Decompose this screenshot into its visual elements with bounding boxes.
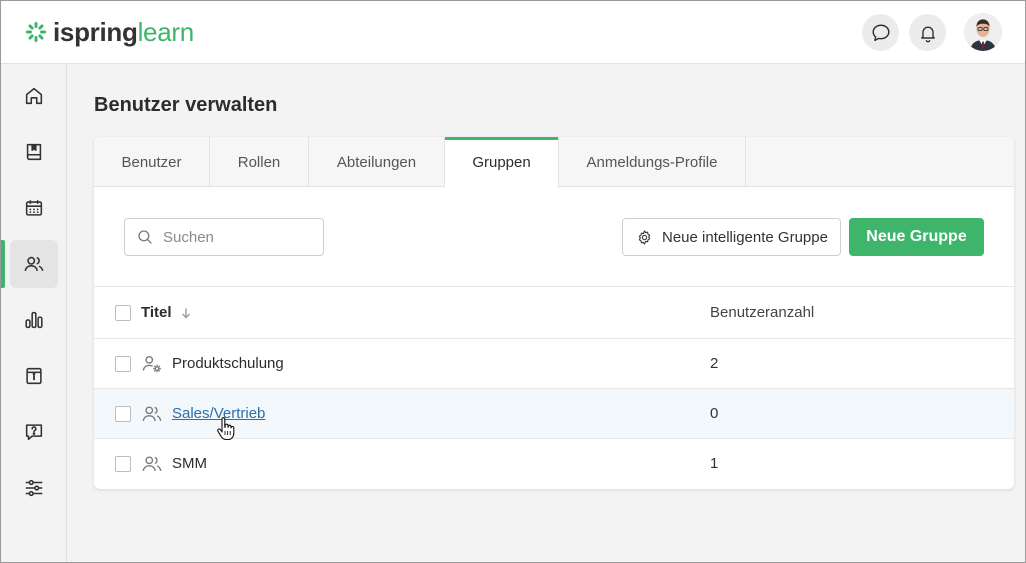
sidebar-item-info[interactable] (10, 352, 58, 400)
search-box[interactable] (124, 218, 324, 256)
user-avatar[interactable] (964, 13, 1002, 51)
tab-groups[interactable]: Gruppen (445, 137, 559, 188)
column-title-header[interactable]: Titel (141, 304, 192, 321)
new-smart-group-label: Neue intelligente Gruppe (662, 228, 828, 246)
sidebar-item-users[interactable] (10, 240, 58, 288)
search-icon (138, 230, 152, 244)
sidebar (1, 64, 67, 562)
chat-icon (871, 23, 890, 41)
page-title: Benutzer verwalten (94, 94, 278, 116)
table-header-row: Titel Benutzeranzahl (94, 286, 1014, 338)
column-count-header: Benutzeranzahl (710, 304, 815, 321)
tab-departments[interactable]: Abteilungen (309, 137, 445, 187)
group-title[interactable]: SMM (172, 455, 207, 472)
sidebar-item-help[interactable] (10, 408, 58, 456)
table-row[interactable]: SMM 1 (94, 438, 1014, 488)
table-row[interactable]: Produktschulung 2 (94, 338, 1014, 388)
settings-sliders-icon (25, 479, 43, 497)
group-icon (141, 403, 163, 425)
column-title-label: Titel (141, 304, 172, 321)
logo-text-ispring: ispring (53, 17, 138, 47)
ispring-logo-icon (26, 22, 46, 42)
sidebar-item-settings[interactable] (10, 464, 58, 512)
sort-arrow-down-icon (181, 308, 190, 318)
calendar-icon (25, 200, 43, 216)
groups-table: Titel Benutzeranzahl Produktschulung 2 S… (94, 286, 1014, 488)
select-all-checkbox[interactable] (115, 304, 131, 321)
sidebar-item-reports[interactable] (10, 296, 58, 344)
logo-text-learn: learn (137, 17, 195, 47)
row-checkbox[interactable] (115, 355, 131, 372)
tab-roles[interactable]: Rollen (210, 137, 309, 187)
group-user-count: 2 (710, 355, 719, 372)
users-icon (24, 256, 44, 272)
sidebar-item-home[interactable] (10, 72, 58, 120)
reports-icon (25, 311, 43, 329)
logo[interactable]: ispringlearn (25, 17, 194, 47)
info-icon (26, 367, 42, 385)
avatar-portrait-icon (964, 13, 1002, 51)
help-icon (25, 424, 43, 441)
group-icon (141, 453, 163, 475)
row-checkbox[interactable] (115, 405, 131, 422)
sidebar-item-catalog[interactable] (10, 128, 58, 176)
tab-login-profiles[interactable]: Anmeldungs-Profile (559, 137, 746, 187)
top-header: ispringlearn (1, 1, 1025, 64)
group-user-count: 1 (710, 455, 719, 472)
smart-group-icon (141, 353, 163, 375)
row-checkbox[interactable] (115, 455, 131, 472)
book-icon (26, 143, 42, 161)
new-group-button[interactable]: Neue Gruppe (849, 218, 984, 256)
group-user-count: 0 (710, 405, 719, 422)
bell-icon (920, 26, 935, 42)
home-icon (25, 87, 43, 105)
tab-bar: Benutzer Rollen Abteilungen Gruppen Anme… (94, 137, 1014, 188)
gear-icon (638, 229, 651, 245)
new-smart-group-button[interactable]: Neue intelligente Gruppe (622, 218, 841, 256)
search-input[interactable] (163, 228, 313, 246)
sidebar-active-indicator (1, 240, 5, 288)
sidebar-item-calendar[interactable] (10, 184, 58, 232)
group-title[interactable]: Produktschulung (172, 355, 284, 372)
chat-button[interactable] (862, 14, 899, 51)
tab-users[interactable]: Benutzer (94, 137, 210, 187)
hand-cursor-icon (217, 417, 235, 441)
app-window: ispringlearn Benutzer verwalten Benutzer… (0, 0, 1026, 563)
notifications-button[interactable] (909, 14, 946, 51)
logo-text: ispringlearn (53, 19, 194, 45)
